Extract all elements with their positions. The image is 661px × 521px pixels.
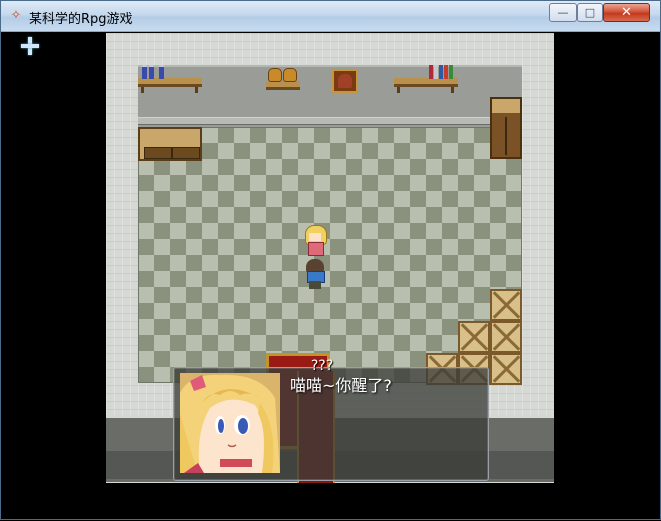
wooden-crate[interactable]	[490, 321, 522, 353]
book	[439, 65, 443, 79]
app-icon[interactable]: ✧	[9, 9, 23, 23]
counter-drawer	[172, 147, 200, 159]
dialogue-text: 喵喵~你醒了?	[290, 376, 392, 395]
girl-face	[309, 233, 321, 241]
book	[449, 65, 453, 79]
player-character[interactable]	[303, 259, 327, 289]
maximize-button[interactable]: □	[577, 3, 603, 22]
blonde-girl-character[interactable]	[303, 225, 327, 256]
speaker-name: ???	[310, 358, 334, 374]
bottle	[142, 65, 147, 79]
book	[444, 65, 448, 79]
player-legs	[309, 281, 321, 289]
wooden-crate[interactable]	[490, 353, 522, 385]
left-wall-shelf	[138, 78, 202, 87]
sack	[283, 68, 297, 82]
speaker-portrait	[180, 373, 280, 473]
cursor-move-icon	[21, 37, 39, 55]
wooden-cabinet[interactable]	[490, 97, 522, 159]
game-window: ✧ 某科学的Rpg游戏 — □ ✕ ??? 喵喵~你醒了?	[0, 0, 661, 520]
portrait-image	[180, 373, 280, 473]
game-scene[interactable]: ??? 喵喵~你醒了?	[1, 31, 660, 521]
window-title: 某科学的Rpg游戏	[29, 12, 133, 27]
right-wall-shelf	[394, 78, 458, 87]
wooden-counter[interactable]	[138, 127, 202, 161]
shelf-leg	[451, 87, 454, 93]
book	[429, 65, 433, 79]
wooden-crate[interactable]	[458, 321, 490, 353]
bottle	[159, 65, 164, 79]
wall-ledge	[138, 117, 522, 125]
shelf-leg	[397, 87, 400, 93]
girl-dress	[308, 242, 324, 256]
minimize-button[interactable]: —	[549, 3, 577, 22]
wall-painting	[332, 69, 358, 93]
shelf-leg	[141, 87, 144, 93]
book	[434, 65, 438, 79]
title-bar[interactable]: ✧ 某科学的Rpg游戏 — □ ✕	[1, 1, 660, 32]
bottle	[149, 65, 154, 79]
close-button[interactable]: ✕	[603, 3, 650, 22]
counter-drawer	[144, 147, 172, 159]
shelf-leg	[195, 87, 198, 93]
wooden-crate[interactable]	[490, 289, 522, 321]
middle-wall-shelf	[266, 81, 300, 90]
sack	[268, 68, 282, 82]
